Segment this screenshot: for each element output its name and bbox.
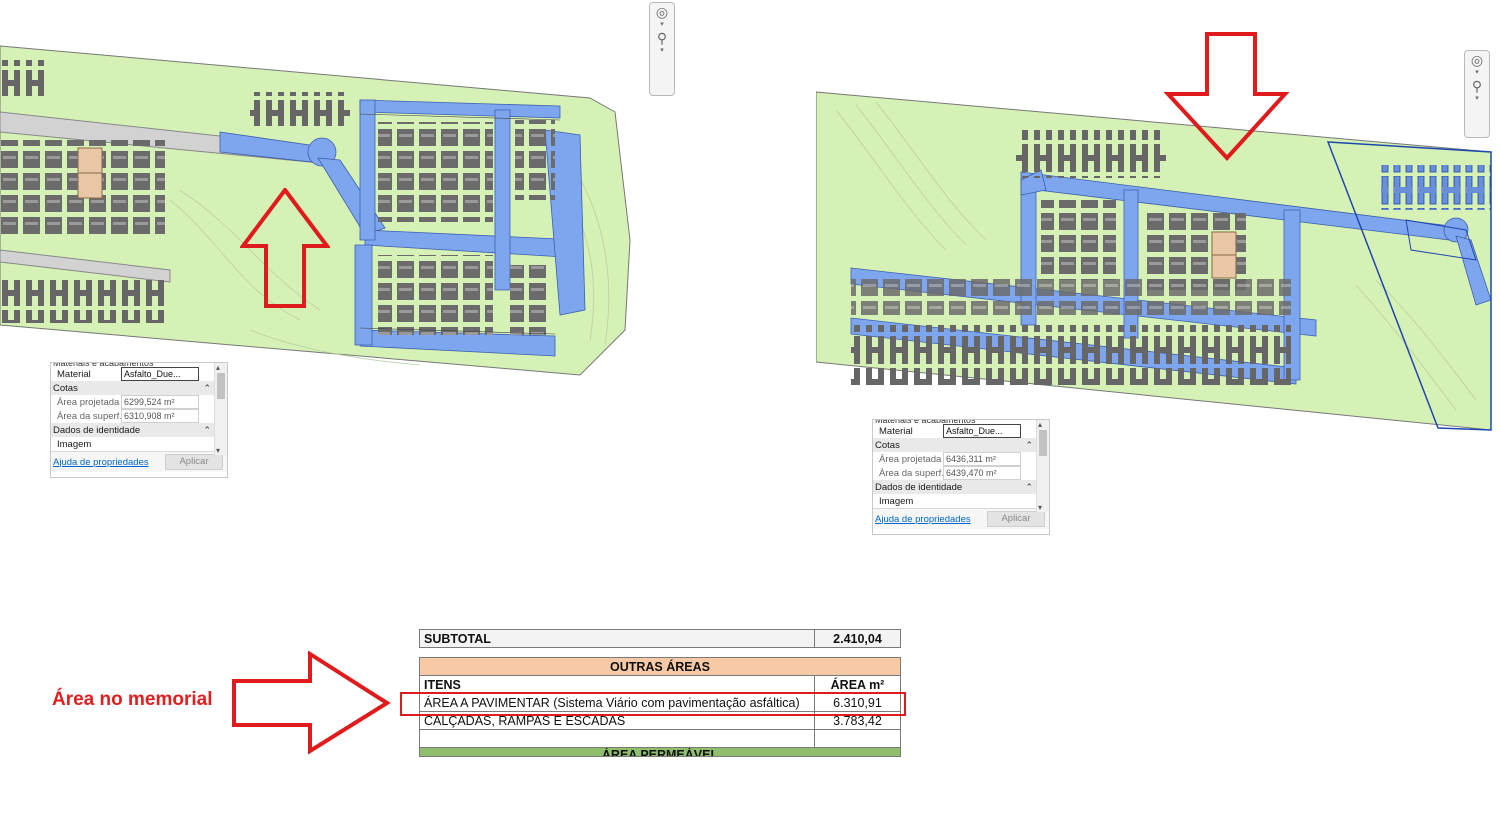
material-value[interactable]: Asfalto_Due...	[943, 424, 1021, 438]
help-link[interactable]: Ajuda de propriedades	[875, 514, 971, 525]
row-label	[419, 729, 815, 748]
arrow-down-icon	[1164, 32, 1290, 162]
area-superficie-row: Área da superf... 6439,470 m²	[873, 466, 1049, 480]
section-identidade[interactable]: Dados de identidade ⌃	[873, 480, 1049, 494]
section-identidade[interactable]: Dados de identidade ⌃	[51, 423, 227, 437]
area-superficie-label: Área da superf...	[879, 467, 943, 479]
properties-panel-right: Materiais e acabamentos Material Asfalto…	[872, 419, 1050, 535]
section-cotas-label: Cotas	[875, 439, 900, 451]
annotation-label: Área no memorial	[52, 689, 213, 710]
chevron-down-icon[interactable]: ▾	[650, 47, 674, 55]
view-cube-2d-icon[interactable]: ◎	[650, 3, 674, 21]
material-value[interactable]: Asfalto_Due...	[121, 367, 199, 381]
scroll-thumb[interactable]	[217, 373, 225, 399]
view-cube-2d-icon[interactable]: ◎	[1465, 51, 1489, 69]
column-header-row: ITENS ÁREA m²	[419, 675, 901, 694]
scroll-down-icon[interactable]: ▾	[1038, 503, 1042, 512]
section-identidade-label: Dados de identidade	[875, 481, 963, 493]
panel-footer: Ajuda de propriedades Aplicar	[51, 451, 227, 472]
area-projetada-value: 6436,311 m²	[943, 452, 1021, 466]
scroll-up-icon[interactable]: ▴	[1038, 420, 1042, 429]
collapse-icon[interactable]: ⌃	[203, 425, 211, 436]
area-projetada-row: Área projetada 6436,311 m²	[873, 452, 1049, 466]
section-cotas[interactable]: Cotas ⌃	[873, 438, 1049, 452]
zoom-region-icon[interactable]: ⚲	[1465, 77, 1489, 95]
section-identidade-label: Dados de identidade	[53, 424, 141, 436]
imagem-value[interactable]	[121, 438, 199, 450]
next-section-row: ÁREA PERMEÁVEL	[419, 747, 901, 757]
column-area: ÁREA m²	[814, 675, 901, 694]
navigation-bar-right[interactable]: ◎ ▾ ⚲ ▾	[1464, 50, 1490, 138]
column-items: ITENS	[419, 675, 815, 694]
apply-button[interactable]: Aplicar	[165, 454, 223, 470]
properties-panel-left: Materiais e acabamentos Material Asfalto…	[50, 362, 228, 478]
scroll-up-icon[interactable]: ▴	[216, 363, 220, 372]
apply-button[interactable]: Aplicar	[987, 511, 1045, 527]
scrollbar[interactable]: ▴ ▾	[1036, 420, 1049, 512]
area-superficie-row: Área da superf... 6310,908 m²	[51, 409, 227, 423]
subtotal-row: SUBTOTAL 2.410,04	[419, 629, 901, 648]
spacer-cell	[420, 648, 901, 658]
chevron-down-icon[interactable]: ▾	[650, 21, 674, 29]
area-superficie-label: Área da superf...	[57, 410, 121, 422]
material-label: Material	[879, 425, 913, 437]
scroll-down-icon[interactable]: ▾	[216, 446, 220, 455]
material-row[interactable]: Material Asfalto_Due...	[51, 367, 227, 381]
collapse-icon[interactable]: ⌃	[203, 383, 211, 394]
area-superficie-value: 6310,908 m²	[121, 409, 199, 423]
arrow-right-icon	[230, 651, 392, 755]
next-section-title: ÁREA PERMEÁVEL	[419, 747, 901, 757]
imagem-value[interactable]	[943, 495, 1021, 507]
section-title: OUTRAS ÁREAS	[419, 657, 901, 676]
imagem-label: Imagem	[879, 495, 914, 507]
area-projetada-label: Área projetada	[57, 396, 120, 408]
subtotal-value: 2.410,04	[814, 629, 901, 648]
imagem-row[interactable]: Imagem	[51, 437, 227, 451]
next-section-title-text: ÁREA PERMEÁVEL	[601, 748, 719, 756]
scrollbar[interactable]: ▴ ▾	[214, 363, 227, 455]
section-cotas-label: Cotas	[53, 382, 78, 394]
table-row	[419, 729, 901, 748]
imagem-label: Imagem	[57, 438, 92, 450]
area-projetada-row: Área projetada 6299,524 m²	[51, 395, 227, 409]
material-row[interactable]: Material Asfalto_Due...	[873, 424, 1049, 438]
collapse-icon[interactable]: ⌃	[1025, 440, 1033, 451]
material-label: Material	[57, 368, 91, 380]
chevron-down-icon[interactable]: ▾	[1465, 95, 1489, 103]
scroll-thumb[interactable]	[1039, 430, 1047, 456]
area-projetada-value: 6299,524 m²	[121, 395, 199, 409]
collapse-icon[interactable]: ⌃	[1025, 482, 1033, 493]
help-link[interactable]: Ajuda de propriedades	[53, 457, 149, 468]
panel-footer: Ajuda de propriedades Aplicar	[873, 508, 1049, 529]
chevron-down-icon[interactable]: ▾	[1465, 69, 1489, 77]
area-projetada-label: Área projetada	[879, 453, 942, 465]
section-cotas[interactable]: Cotas ⌃	[51, 381, 227, 395]
row-value	[814, 729, 901, 748]
subtotal-label: SUBTOTAL	[419, 629, 815, 648]
arrow-up-icon	[240, 188, 330, 310]
navigation-bar-left[interactable]: ◎ ▾ ⚲ ▾	[649, 2, 675, 96]
area-superficie-value: 6439,470 m²	[943, 466, 1021, 480]
zoom-region-icon[interactable]: ⚲	[650, 29, 674, 47]
section-header-row: OUTRAS ÁREAS	[419, 657, 901, 676]
imagem-row[interactable]: Imagem	[873, 494, 1049, 508]
highlight-box	[400, 692, 906, 716]
site-plan-right[interactable]	[816, 80, 1496, 440]
spacer-row	[420, 648, 901, 658]
